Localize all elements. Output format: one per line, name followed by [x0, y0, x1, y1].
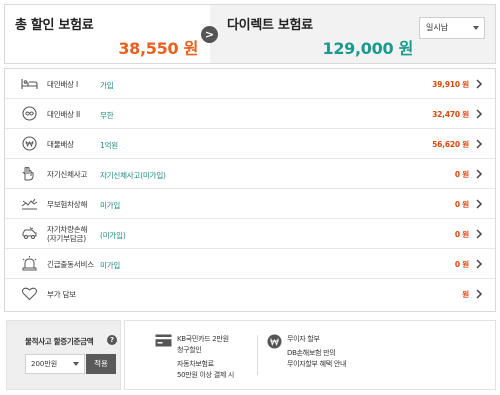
chevron-right-icon[interactable]: [475, 138, 483, 150]
help-icon[interactable]: ?: [107, 335, 117, 345]
coverage-name: 대물배상: [47, 140, 74, 149]
chevron-right-icon[interactable]: [475, 78, 483, 90]
compare-arrow-icon: >: [201, 26, 218, 43]
coverage-row[interactable]: 부가 담보 원: [5, 279, 495, 309]
deductible-select-value: 200만원: [31, 360, 58, 368]
coverage-price: 56,620 원: [432, 140, 469, 149]
won-coin-icon: [22, 136, 37, 151]
direct-premium-panel: 다이렉트 보험료 129,000 원 일시납: [210, 5, 495, 63]
coverage-desc: 1억원: [100, 141, 118, 150]
chevron-down-icon: [473, 26, 479, 30]
hand-icon: [22, 167, 34, 181]
total-discount-amount: 38,550 원: [118, 35, 198, 59]
direct-premium-title: 다이렉트 보험료: [227, 18, 313, 33]
coverage-row[interactable]: 대인배상 I 가입 39,910 원: [5, 69, 495, 99]
total-discount-title: 총 할인 보험료: [15, 18, 94, 33]
direct-premium-amount: 129,000 원: [322, 35, 414, 59]
chevron-right-icon[interactable]: [475, 168, 483, 180]
benefit-line: KB국민카드 2만원: [177, 335, 229, 343]
coverage-desc: 미가입: [100, 201, 121, 210]
benefit-line: 무이자 할부: [287, 335, 320, 343]
coverage-name: 대인배상 I: [47, 80, 78, 89]
coverage-row[interactable]: 대물배상 1억원 56,620 원: [5, 129, 495, 159]
coverage-name: 자기신체사고: [47, 170, 88, 179]
premium-summary: 총 할인 보험료 38,550 원 > 다이렉트 보험료 129,000 원 일…: [4, 4, 496, 64]
total-discount-unit: 원: [183, 39, 199, 58]
chevron-right-icon[interactable]: [475, 258, 483, 270]
benefit-line: 50만원 이상 결제 시: [177, 371, 235, 379]
divider: [257, 335, 258, 375]
crash-icon: [21, 198, 38, 210]
deductible-panel: 물적사고 할증기준금액 ? 200만원 적용: [6, 320, 121, 390]
benefit-line: DB손해보험 만의: [287, 349, 336, 357]
car-damage-icon: [22, 226, 37, 239]
direct-premium-value: 129,000: [322, 39, 394, 58]
total-discount-panel: 총 할인 보험료 38,550 원: [5, 5, 210, 63]
apply-button[interactable]: 적용: [86, 354, 116, 374]
coverage-name: 대인배상 II: [47, 110, 81, 119]
payment-method-select[interactable]: 일시납: [419, 17, 485, 39]
coverage-name-line1: 자기차량손해: [47, 225, 88, 234]
coverage-row[interactable]: 긴급출동서비스 미가입 0 원: [5, 249, 495, 279]
chevron-right-icon[interactable]: [475, 228, 483, 240]
benefit-line: 자동차보험료: [177, 360, 214, 368]
chevron-right-icon[interactable]: [475, 198, 483, 210]
coverage-price: 0 원: [454, 230, 469, 239]
coverage-price: 원: [462, 290, 469, 299]
coverage-name: 자기차량손해 (자기부담금): [47, 225, 87, 243]
coverage-row[interactable]: 자기차량손해 (자기부담금) (미가입) 0 원: [5, 219, 495, 249]
won-circle-icon: [267, 334, 282, 349]
coverage-price: 0 원: [454, 260, 469, 269]
deductible-select[interactable]: 200만원: [25, 354, 85, 374]
coverage-price: 39,910 원: [432, 80, 469, 89]
deductible-label: 물적사고 할증기준금액: [25, 337, 94, 346]
chevron-down-icon: [73, 362, 79, 366]
car-bed-icon: [21, 79, 38, 89]
benefit-line: 무이자할부 혜택 안내: [287, 360, 347, 368]
coverage-desc: 가입: [100, 81, 114, 90]
coverage-list: 대인배상 I 가입 39,910 원 대인배상 II 무한 32,470 원 대…: [4, 68, 496, 312]
coverage-desc: 미가입: [100, 261, 121, 270]
benefits-panel: KB국민카드 2만원 청구할인 자동차보험료 50만원 이상 결제 시 무이자 …: [124, 320, 496, 390]
chevron-right-icon[interactable]: [475, 288, 483, 300]
coverage-desc: 자기신체사고(미가입): [100, 171, 166, 180]
coverage-name-line2: (자기부담금): [47, 234, 86, 243]
infinity-circle-icon: [22, 106, 37, 121]
chevron-right-icon[interactable]: [475, 108, 483, 120]
coverage-row[interactable]: 대인배상 II 무한 32,470 원: [5, 99, 495, 129]
coverage-row[interactable]: 자기신체사고 자기신체사고(미가입) 0 원: [5, 159, 495, 189]
coverage-price: 0 원: [454, 170, 469, 179]
total-discount-value: 38,550: [118, 39, 179, 58]
coverage-desc: (미가입): [100, 231, 126, 240]
payment-method-value: 일시납: [426, 23, 449, 32]
benefit-line: 청구할인: [177, 346, 202, 354]
coverage-price: 32,470 원: [432, 110, 469, 119]
coverage-price: 0 원: [454, 200, 469, 209]
emergency-light-icon: [22, 256, 37, 271]
heart-icon: [22, 287, 37, 301]
coverage-name: 부가 담보: [47, 290, 76, 299]
coverage-name: 긴급출동서비스: [47, 260, 94, 269]
coverage-name: 무보험차상해: [47, 200, 88, 209]
coverage-row[interactable]: 무보험차상해 미가입 0 원: [5, 189, 495, 219]
card-icon: [155, 334, 172, 347]
coverage-desc: 무한: [100, 111, 114, 120]
direct-premium-unit: 원: [398, 39, 414, 58]
